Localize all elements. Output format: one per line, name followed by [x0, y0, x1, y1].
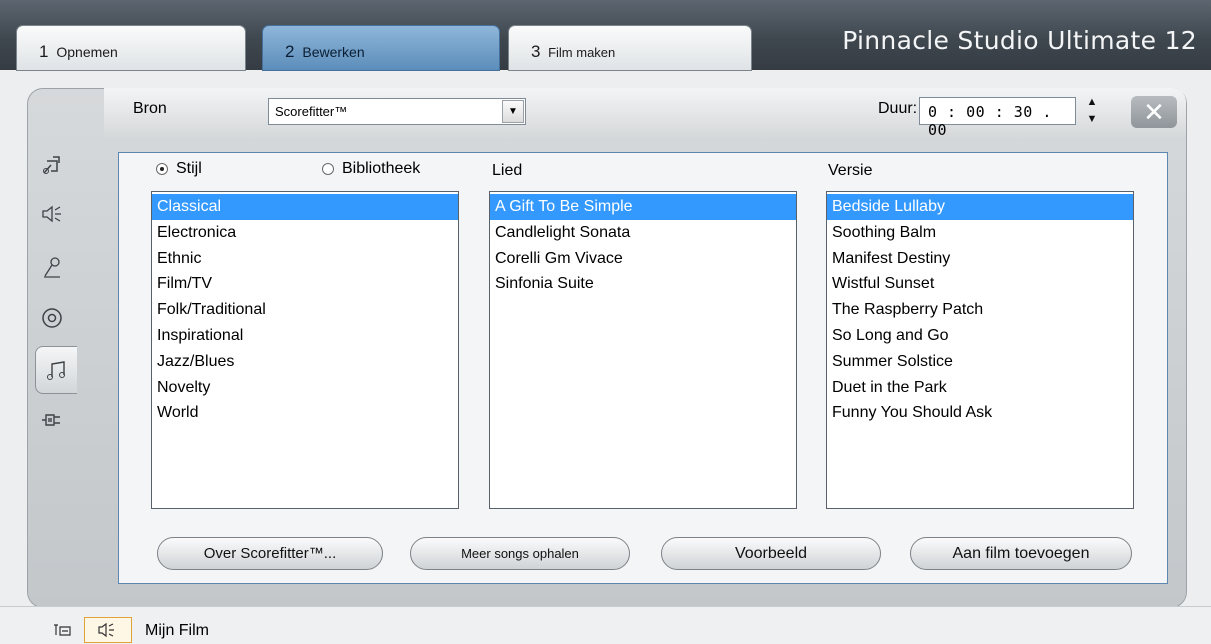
song-list-item[interactable]: Sinfonia Suite — [490, 271, 796, 297]
storyboard-icon[interactable] — [52, 617, 74, 643]
style-list-item[interactable]: World — [152, 400, 458, 426]
close-button[interactable]: ✕ — [1131, 96, 1177, 128]
source-select-value: Scorefitter™ — [275, 104, 348, 119]
tab-label: Film maken — [548, 45, 616, 60]
duration-spinner[interactable]: ▲ ▼ — [1083, 96, 1101, 126]
source-label: Bron — [133, 100, 167, 117]
version-list-item[interactable]: So Long and Go — [827, 323, 1133, 349]
song-list-item[interactable]: Candlelight Sonata — [490, 220, 796, 246]
radio-library-label: Bibliotheek — [342, 160, 421, 177]
tab-number: 1 — [39, 42, 49, 61]
style-list-item[interactable]: Electronica — [152, 220, 458, 246]
style-list-item[interactable]: Film/TV — [152, 271, 458, 297]
version-list-item[interactable]: Duet in the Park — [827, 375, 1133, 401]
song-listbox[interactable]: A Gift To Be Simple Candlelight Sonata Cor… — [489, 191, 797, 509]
style-list-item[interactable]: Inspirational — [152, 323, 458, 349]
style-list-item[interactable]: Jazz/Blues — [152, 349, 458, 375]
version-list-item[interactable]: Wistful Sunset — [827, 271, 1133, 297]
audio-timeline-icon[interactable] — [84, 617, 132, 643]
radio-style[interactable]: Stijl — [156, 160, 202, 178]
music-icon[interactable] — [35, 346, 77, 394]
style-list-item[interactable]: Ethnic — [152, 246, 458, 272]
style-list-item[interactable]: Novelty — [152, 375, 458, 401]
tab-label: Bewerken — [302, 44, 365, 60]
duration-label: Duur: — [878, 100, 918, 117]
version-list-item[interactable]: The Raspberry Patch — [827, 297, 1133, 323]
tab-label: Opnemen — [56, 44, 118, 60]
radio-unselected-icon — [322, 163, 334, 175]
song-column-label: Lied — [492, 162, 523, 179]
radio-selected-icon — [156, 163, 168, 175]
add-to-movie-button[interactable]: Aan film toevoegen — [910, 537, 1132, 570]
tab-film-maken[interactable]: 3 Film maken — [508, 25, 752, 71]
style-list-item[interactable]: Classical — [152, 194, 458, 220]
version-list-item[interactable]: Bedside Lullaby — [827, 194, 1133, 220]
spin-down-icon[interactable]: ▼ — [1083, 113, 1101, 126]
album-tab-rail — [27, 128, 77, 588]
preview-button[interactable]: Voorbeeld — [661, 537, 881, 570]
radio-library[interactable]: Bibliotheek — [322, 160, 420, 178]
more-songs-button[interactable]: Meer songs ophalen — [410, 537, 630, 570]
style-listbox[interactable]: Classical Electronica Ethnic Film/TV Folk/Tr… — [151, 191, 459, 509]
version-list-item[interactable]: Funny You Should Ask — [827, 400, 1133, 426]
disc-icon[interactable] — [27, 294, 77, 342]
version-list-item[interactable]: Summer Solstice — [827, 349, 1133, 375]
song-list-item[interactable]: Corelli Gm Vivace — [490, 246, 796, 272]
voiceover-icon[interactable] — [27, 244, 77, 292]
song-list-item[interactable]: A Gift To Be Simple — [490, 194, 796, 220]
radio-style-label: Stijl — [176, 160, 202, 177]
app-brand-logo: Pinnacle Studio Ultimate 12 — [842, 26, 1197, 55]
sound-icon[interactable] — [27, 190, 77, 238]
tab-opnemen[interactable]: 1 Opnemen — [16, 25, 246, 71]
project-title: Mijn Film — [145, 622, 209, 639]
version-listbox[interactable]: Bedside Lullaby Soothing Balm Manifest Des… — [826, 191, 1134, 509]
spin-up-icon[interactable]: ▲ — [1083, 96, 1101, 109]
source-select[interactable]: Scorefitter™ ▼ — [268, 98, 526, 125]
titles-icon[interactable] — [27, 140, 77, 188]
style-list-item[interactable]: Folk/Traditional — [152, 297, 458, 323]
version-list-item[interactable]: Manifest Destiny — [827, 246, 1133, 272]
about-scorefitter-button[interactable]: Over Scorefitter™... — [157, 537, 383, 570]
tab-bewerken[interactable]: 2 Bewerken — [262, 25, 500, 71]
plugin-icon[interactable] — [27, 396, 77, 444]
tab-number: 2 — [285, 42, 295, 61]
version-column-label: Versie — [828, 162, 873, 179]
chevron-down-icon[interactable]: ▼ — [502, 100, 524, 123]
tab-number: 3 — [531, 42, 541, 61]
duration-field[interactable]: 0 : 00 : 30 . 00 — [919, 97, 1076, 139]
close-icon: ✕ — [1143, 96, 1165, 127]
version-list-item[interactable]: Soothing Balm — [827, 220, 1133, 246]
